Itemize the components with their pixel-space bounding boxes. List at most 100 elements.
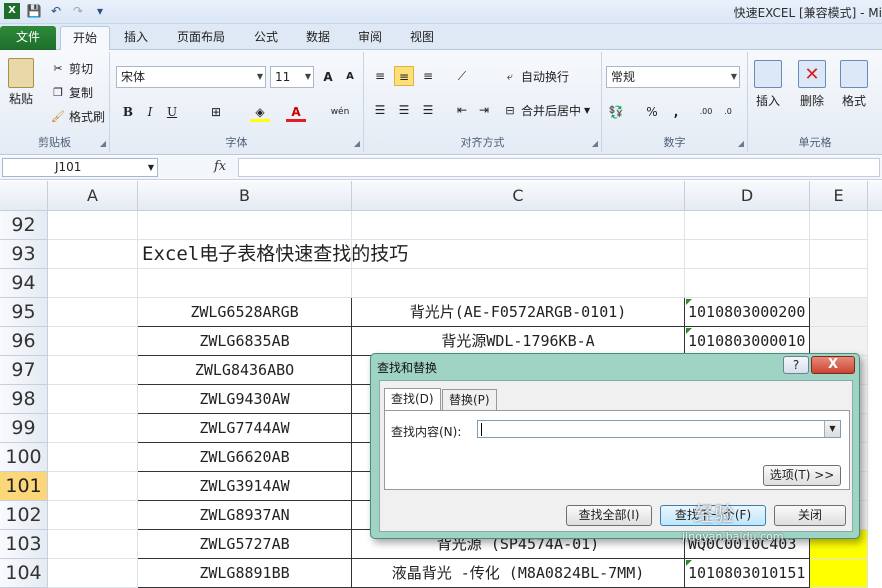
- dialog-launcher-icon[interactable]: ◢: [100, 139, 106, 148]
- column-header-a[interactable]: A: [48, 181, 138, 211]
- name-box[interactable]: J101 ▼: [2, 158, 158, 177]
- cell[interactable]: [352, 269, 685, 298]
- save-icon[interactable]: 💾: [26, 3, 42, 19]
- row-header[interactable]: 96: [0, 327, 48, 356]
- delete-cells-button[interactable]: ✕ 删除: [798, 60, 826, 109]
- currency-icon[interactable]: 💱: [606, 102, 626, 122]
- cell[interactable]: ZWLG8436ABO: [138, 356, 352, 385]
- row-header[interactable]: 97: [0, 356, 48, 385]
- cell[interactable]: 1010803000010: [685, 327, 810, 356]
- cell[interactable]: 1010803010151: [685, 559, 810, 588]
- decrease-indent-icon[interactable]: ⇤: [452, 100, 472, 120]
- underline-button[interactable]: U: [162, 102, 182, 122]
- fill-color-icon[interactable]: ◈: [250, 102, 270, 122]
- cell[interactable]: [810, 327, 868, 356]
- number-format-select[interactable]: 常规 ▼: [606, 66, 740, 88]
- merge-center-button[interactable]: ⊟ 合并后居中 ▼: [502, 102, 590, 119]
- cell[interactable]: ZWLG7744AW: [138, 414, 352, 443]
- column-header-d[interactable]: D: [685, 181, 810, 211]
- cell[interactable]: [138, 269, 352, 298]
- cell[interactable]: [48, 501, 138, 530]
- align-right-icon[interactable]: ☰: [418, 100, 438, 120]
- close-icon[interactable]: X: [811, 356, 855, 374]
- cell[interactable]: ZWLG3914AW: [138, 472, 352, 501]
- chevron-down-icon[interactable]: ▼: [824, 421, 840, 437]
- cell[interactable]: ZWLG5727AB: [138, 530, 352, 559]
- cell[interactable]: [48, 385, 138, 414]
- row-header[interactable]: 102: [0, 501, 48, 530]
- redo-icon[interactable]: ↷: [70, 3, 86, 19]
- cell[interactable]: ZWLG8891BB: [138, 559, 352, 588]
- cell[interactable]: [48, 559, 138, 588]
- cell[interactable]: [810, 269, 868, 298]
- cell[interactable]: ZWLG6528ARGB: [138, 298, 352, 327]
- increase-decimal-icon[interactable]: .00: [696, 102, 716, 122]
- row-header[interactable]: 99: [0, 414, 48, 443]
- insert-function-button[interactable]: fx: [214, 159, 226, 174]
- undo-icon[interactable]: ↶: [48, 3, 64, 19]
- cell[interactable]: [48, 298, 138, 327]
- cell[interactable]: [352, 211, 685, 240]
- tab-review[interactable]: 审阅: [348, 26, 392, 50]
- cell[interactable]: 1010803000200: [685, 298, 810, 327]
- cell[interactable]: [810, 559, 868, 588]
- options-button[interactable]: 选项(T) >>: [763, 465, 841, 486]
- cell[interactable]: [48, 356, 138, 385]
- tab-insert[interactable]: 插入: [114, 26, 158, 50]
- tab-data[interactable]: 数据: [296, 26, 340, 50]
- tab-replace[interactable]: 替换(P): [442, 389, 497, 410]
- dialog-launcher-icon[interactable]: ◢: [738, 139, 744, 148]
- cell[interactable]: [48, 414, 138, 443]
- comma-button[interactable]: ,: [666, 102, 686, 122]
- tab-page-layout[interactable]: 页面布局: [170, 26, 232, 50]
- align-middle-icon[interactable]: ≡: [394, 66, 414, 86]
- bold-button[interactable]: B: [118, 102, 138, 122]
- cell[interactable]: [48, 530, 138, 559]
- align-center-icon[interactable]: ☰: [394, 100, 414, 120]
- find-what-input[interactable]: ▼: [477, 420, 841, 438]
- align-bottom-icon[interactable]: ≡: [418, 66, 438, 86]
- close-button[interactable]: 关闭: [774, 505, 846, 526]
- format-painter-button[interactable]: 🖌 格式刷: [50, 108, 105, 125]
- percent-button[interactable]: %: [642, 102, 662, 122]
- font-size-select[interactable]: 11 ▼: [270, 66, 314, 88]
- select-all-corner[interactable]: [0, 181, 48, 211]
- tab-home[interactable]: 开始: [60, 26, 110, 50]
- row-header[interactable]: 94: [0, 269, 48, 298]
- help-button[interactable]: ?: [783, 356, 809, 374]
- align-top-icon[interactable]: ≡: [370, 66, 390, 86]
- customize-qat-icon[interactable]: ▾: [92, 3, 108, 19]
- row-header[interactable]: 98: [0, 385, 48, 414]
- cell[interactable]: ZWLG6835AB: [138, 327, 352, 356]
- row-header[interactable]: 104: [0, 559, 48, 588]
- border-icon[interactable]: ⊞: [206, 102, 226, 122]
- cell[interactable]: [138, 211, 352, 240]
- dialog-launcher-icon[interactable]: ◢: [592, 139, 598, 148]
- tab-file[interactable]: 文件: [0, 26, 56, 50]
- decrease-decimal-icon[interactable]: .0: [718, 102, 738, 122]
- cell[interactable]: [810, 211, 868, 240]
- cell[interactable]: [685, 211, 810, 240]
- grow-font-button[interactable]: A: [318, 67, 338, 87]
- row-header[interactable]: 101: [0, 472, 48, 501]
- row-header[interactable]: 100: [0, 443, 48, 472]
- font-color-icon[interactable]: A: [286, 102, 306, 122]
- phonetic-icon[interactable]: wén: [330, 102, 350, 122]
- shrink-font-button[interactable]: A: [340, 67, 360, 87]
- cell[interactable]: [48, 327, 138, 356]
- cell[interactable]: 背光源WDL-1796KB-A: [352, 327, 685, 356]
- cell[interactable]: ZWLG6620AB: [138, 443, 352, 472]
- cell[interactable]: [48, 472, 138, 501]
- cell[interactable]: [48, 269, 138, 298]
- column-header-e[interactable]: E: [810, 181, 868, 211]
- cell[interactable]: 背光片(AE-F0572ARGB-0101): [352, 298, 685, 327]
- align-left-icon[interactable]: ☰: [370, 100, 390, 120]
- cell[interactable]: [48, 240, 138, 269]
- formula-input[interactable]: [238, 158, 880, 177]
- row-header[interactable]: 95: [0, 298, 48, 327]
- dialog-launcher-icon[interactable]: ◢: [354, 139, 360, 148]
- cut-button[interactable]: ✂ 剪切: [50, 60, 93, 77]
- orientation-icon[interactable]: ⟋: [452, 66, 472, 86]
- find-all-button[interactable]: 查找全部(I): [566, 505, 652, 526]
- column-header-c[interactable]: C: [352, 181, 685, 211]
